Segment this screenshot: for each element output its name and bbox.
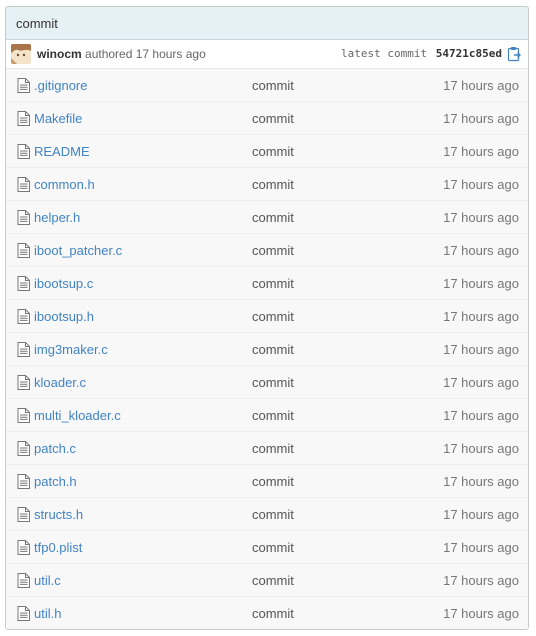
file-text-icon <box>17 144 30 159</box>
file-commit-message[interactable]: commit <box>252 474 294 489</box>
file-age: 17 hours ago <box>443 507 519 522</box>
file-name-link[interactable]: util.c <box>34 573 61 588</box>
file-name-link[interactable]: .gitignore <box>34 78 87 93</box>
file-row: ibootsup.h commit 17 hours ago <box>6 300 528 333</box>
file-row: img3maker.c commit 17 hours ago <box>6 333 528 366</box>
file-commit-message[interactable]: commit <box>252 276 294 291</box>
file-commit-message[interactable]: commit <box>252 243 294 258</box>
clipboard-icon[interactable] <box>506 46 522 62</box>
latest-commit: latest commit 54721c85ed <box>341 47 502 60</box>
commit-sha[interactable]: 54721c85ed <box>436 47 502 60</box>
file-text-icon <box>17 111 30 126</box>
file-name-link[interactable]: structs.h <box>34 507 83 522</box>
file-text-icon <box>17 375 30 390</box>
file-row: README commit 17 hours ago <box>6 135 528 168</box>
file-row: helper.h commit 17 hours ago <box>6 201 528 234</box>
user-avatar[interactable] <box>11 44 31 64</box>
file-age: 17 hours ago <box>443 540 519 555</box>
latest-commit-label: latest commit <box>341 47 428 60</box>
file-commit-message[interactable]: commit <box>252 507 294 522</box>
file-row: structs.h commit 17 hours ago <box>6 498 528 531</box>
file-commit-message[interactable]: commit <box>252 540 294 555</box>
file-row: tfp0.plist commit 17 hours ago <box>6 531 528 564</box>
file-commit-message[interactable]: commit <box>252 111 294 126</box>
file-row: patch.c commit 17 hours ago <box>6 432 528 465</box>
file-age: 17 hours ago <box>443 210 519 225</box>
file-text-icon <box>17 606 30 621</box>
file-commit-message[interactable]: commit <box>252 342 294 357</box>
file-name-link[interactable]: patch.c <box>34 441 76 456</box>
file-commit-message[interactable]: commit <box>252 144 294 159</box>
file-age: 17 hours ago <box>443 78 519 93</box>
file-commit-message[interactable]: commit <box>252 606 294 621</box>
file-name-link[interactable]: util.h <box>34 606 61 621</box>
file-name-link[interactable]: ibootsup.h <box>34 309 94 324</box>
file-age: 17 hours ago <box>443 474 519 489</box>
file-text-icon <box>17 408 30 423</box>
file-age: 17 hours ago <box>443 111 519 126</box>
file-age: 17 hours ago <box>443 342 519 357</box>
commit-message[interactable]: commit <box>6 7 528 40</box>
file-commit-message[interactable]: commit <box>252 210 294 225</box>
file-age: 17 hours ago <box>443 144 519 159</box>
file-name-link[interactable]: kloader.c <box>34 375 86 390</box>
file-row: ibootsup.c commit 17 hours ago <box>6 267 528 300</box>
file-browser: commit winocm authored 17 hours ago late… <box>5 6 529 630</box>
file-row: multi_kloader.c commit 17 hours ago <box>6 399 528 432</box>
file-age: 17 hours ago <box>443 441 519 456</box>
author-line: winocm authored 17 hours ago <box>37 47 206 61</box>
authored-time: authored 17 hours ago <box>85 47 206 61</box>
file-name-link[interactable]: patch.h <box>34 474 77 489</box>
file-commit-message[interactable]: commit <box>252 408 294 423</box>
file-age: 17 hours ago <box>443 375 519 390</box>
file-commit-message[interactable]: commit <box>252 177 294 192</box>
file-text-icon <box>17 540 30 555</box>
file-commit-message[interactable]: commit <box>252 441 294 456</box>
file-age: 17 hours ago <box>443 408 519 423</box>
file-text-icon <box>17 243 30 258</box>
file-age: 17 hours ago <box>443 606 519 621</box>
file-row: .gitignore commit 17 hours ago <box>6 69 528 102</box>
file-commit-message[interactable]: commit <box>252 573 294 588</box>
file-row: iboot_patcher.c commit 17 hours ago <box>6 234 528 267</box>
commit-meta: winocm authored 17 hours ago latest comm… <box>6 40 528 69</box>
file-name-link[interactable]: iboot_patcher.c <box>34 243 122 258</box>
file-text-icon <box>17 441 30 456</box>
file-row: kloader.c commit 17 hours ago <box>6 366 528 399</box>
file-text-icon <box>17 177 30 192</box>
file-name-link[interactable]: ibootsup.c <box>34 276 93 291</box>
file-name-link[interactable]: tfp0.plist <box>34 540 82 555</box>
file-row: util.c commit 17 hours ago <box>6 564 528 597</box>
file-name-link[interactable]: multi_kloader.c <box>34 408 121 423</box>
file-text-icon <box>17 342 30 357</box>
file-age: 17 hours ago <box>443 309 519 324</box>
file-age: 17 hours ago <box>443 243 519 258</box>
file-commit-message[interactable]: commit <box>252 78 294 93</box>
file-text-icon <box>17 78 30 93</box>
file-text-icon <box>17 210 30 225</box>
file-text-icon <box>17 573 30 588</box>
file-name-link[interactable]: helper.h <box>34 210 80 225</box>
file-commit-message[interactable]: commit <box>252 375 294 390</box>
file-name-link[interactable]: common.h <box>34 177 95 192</box>
author-name[interactable]: winocm <box>37 47 82 61</box>
file-row: patch.h commit 17 hours ago <box>6 465 528 498</box>
file-age: 17 hours ago <box>443 276 519 291</box>
file-text-icon <box>17 507 30 522</box>
file-name-link[interactable]: img3maker.c <box>34 342 108 357</box>
file-age: 17 hours ago <box>443 573 519 588</box>
file-text-icon <box>17 276 30 291</box>
file-list: .gitignore commit 17 hours ago Makefile … <box>6 69 528 629</box>
file-text-icon <box>17 474 30 489</box>
file-text-icon <box>17 309 30 324</box>
file-row: common.h commit 17 hours ago <box>6 168 528 201</box>
file-row: util.h commit 17 hours ago <box>6 597 528 629</box>
file-row: Makefile commit 17 hours ago <box>6 102 528 135</box>
file-age: 17 hours ago <box>443 177 519 192</box>
file-commit-message[interactable]: commit <box>252 309 294 324</box>
file-name-link[interactable]: README <box>34 144 90 159</box>
file-name-link[interactable]: Makefile <box>34 111 82 126</box>
